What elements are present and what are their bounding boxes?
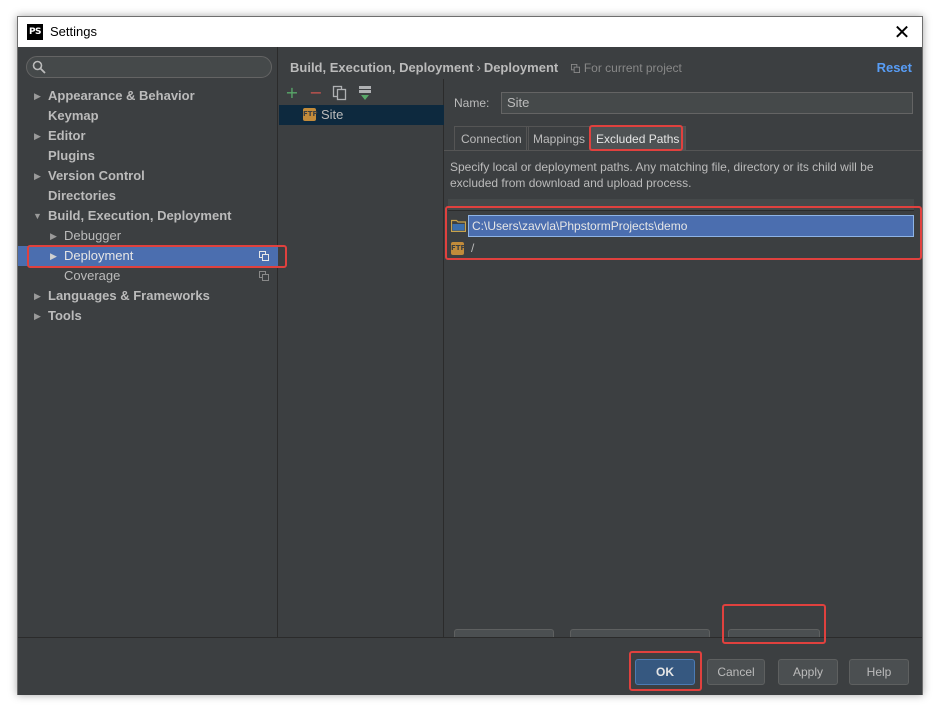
settings-search[interactable] (26, 56, 272, 78)
ftp-server-icon: FTP (451, 242, 466, 255)
excluded-paths-list: C:\Users\zavvla\PhpstormProjects\demo FT… (448, 199, 914, 619)
excluded-path-row[interactable]: C:\Users\zavvla\PhpstormProjects\demo (448, 215, 914, 237)
cancel-button[interactable]: Cancel (707, 659, 765, 685)
sidebar-item-label: Debugger (64, 228, 122, 243)
search-input[interactable] (49, 59, 264, 75)
folder-icon (451, 219, 466, 232)
list-header (448, 199, 914, 211)
path-value: C:\Users\zavvla\PhpstormProjects\demo (468, 215, 914, 237)
ok-button[interactable]: OK (635, 659, 695, 685)
sidebar-item-version-control[interactable]: ▶ Version Control (34, 166, 145, 186)
chevron-right-icon: ▶ (34, 311, 41, 321)
sidebar-item-editor[interactable]: ▶ Editor (34, 126, 86, 146)
sidebar-item-build-execution-deployment[interactable]: ▼ Build, Execution, Deployment (33, 206, 232, 226)
title-bar: PS Settings ✕ (18, 17, 922, 47)
sidebar-item-label: Build, Execution, Deployment (48, 208, 232, 223)
close-icon[interactable]: ✕ (888, 19, 916, 45)
chevron-right-icon: ▶ (50, 231, 57, 241)
sidebar-item-keymap[interactable]: Keymap (48, 106, 99, 126)
sidebar-item-label: Languages & Frameworks (48, 288, 210, 303)
help-button[interactable]: Help (849, 659, 909, 685)
window-title: Settings (50, 24, 97, 39)
project-level-icon (570, 64, 580, 73)
sidebar-item-plugins[interactable]: Plugins (48, 146, 95, 166)
tab-mappings[interactable]: Mappings (526, 126, 593, 150)
project-level-icon (259, 251, 269, 261)
reset-link[interactable]: Reset (877, 60, 912, 75)
phpstorm-icon: PS (27, 24, 43, 40)
ftp-server-icon: FTP (303, 108, 318, 121)
chevron-right-icon: ▶ (34, 91, 41, 101)
sidebar-item-label: Keymap (48, 108, 99, 123)
breadcrumb-current: Deployment (483, 60, 559, 75)
sidebar-item-appearance[interactable]: ▶ Appearance & Behavior (34, 86, 195, 106)
sidebar-item-label: Editor (48, 128, 86, 143)
tab-connection[interactable]: Connection (454, 126, 529, 150)
excluded-path-row[interactable]: FTP / (448, 238, 914, 260)
sidebar-item-label: Plugins (48, 148, 95, 163)
chevron-right-icon: ▶ (34, 131, 41, 141)
breadcrumb-parent: Build, Execution, Deployment (290, 60, 474, 75)
excluded-paths-panel: Specify local or deployment paths. Any m… (444, 150, 922, 655)
apply-button[interactable]: Apply (778, 659, 838, 685)
sidebar-item-label: Directories (48, 188, 116, 203)
project-level-icon (259, 271, 269, 281)
dialog-footer: OK Cancel Apply Help (18, 637, 922, 695)
sidebar-item-languages-frameworks[interactable]: ▶ Languages & Frameworks (34, 286, 210, 306)
chevron-down-icon: ▼ (33, 211, 42, 221)
sidebar-item-directories[interactable]: Directories (48, 186, 116, 206)
breadcrumb: Build, Execution, Deployment › Deployment … (290, 60, 682, 75)
sidebar-item-debugger[interactable]: ▶ Debugger (50, 226, 122, 246)
excluded-paths-description: Specify local or deployment paths. Any m… (450, 160, 874, 190)
name-label: Name: (454, 96, 490, 110)
settings-window: PS Settings ✕ ▶ Appearance & Behavior Ke… (17, 16, 923, 695)
tab-excluded-paths[interactable]: Excluded Paths (589, 126, 687, 150)
add-server-button[interactable]: + (283, 84, 301, 102)
sidebar-item-deployment[interactable]: ▶ Deployment (50, 246, 274, 266)
breadcrumb-separator: › (476, 60, 481, 75)
sidebar-item-coverage[interactable]: Coverage (64, 266, 120, 286)
settings-sidebar: ▶ Appearance & Behavior Keymap ▶ Editor … (18, 47, 278, 637)
project-scope-note: For current project (583, 61, 682, 75)
chevron-right-icon: ▶ (50, 251, 57, 261)
remove-server-button[interactable]: − (307, 84, 325, 102)
sidebar-item-label: Appearance & Behavior (48, 88, 195, 103)
chevron-right-icon: ▶ (34, 291, 41, 301)
use-as-default-icon[interactable] (357, 85, 373, 101)
server-name: Site (321, 107, 344, 122)
path-value: / (471, 241, 475, 255)
sidebar-item-label: Tools (48, 308, 82, 323)
server-list-panel: + − FTP Site (279, 79, 444, 637)
server-list-item[interactable]: FTP Site (279, 105, 444, 125)
sidebar-item-label: Coverage (64, 268, 121, 283)
chevron-right-icon: ▶ (34, 171, 41, 181)
search-icon (32, 60, 46, 74)
copy-icon[interactable] (332, 85, 348, 101)
sidebar-item-tools[interactable]: ▶ Tools (34, 306, 82, 326)
server-name-field[interactable]: Site (501, 92, 913, 114)
sidebar-item-label: Deployment (64, 248, 134, 263)
sidebar-item-label: Version Control (48, 168, 145, 183)
